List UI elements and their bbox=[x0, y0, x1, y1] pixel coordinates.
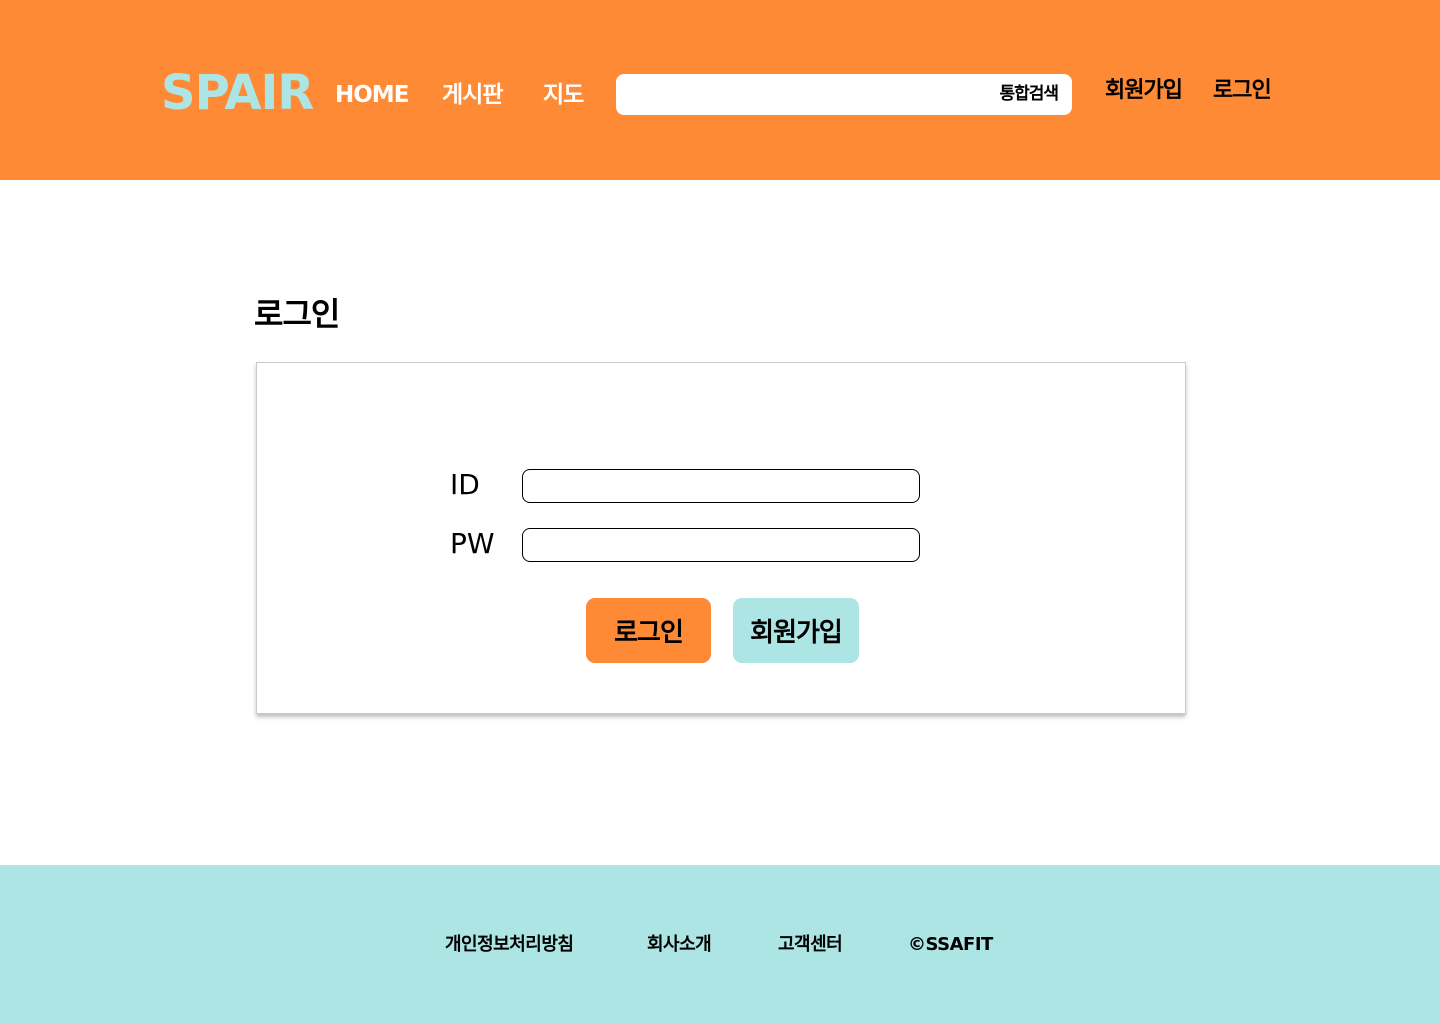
nav-map[interactable]: 지도 bbox=[543, 78, 584, 112]
login-button[interactable]: 로그인 bbox=[586, 598, 711, 663]
id-input[interactable] bbox=[522, 469, 920, 503]
nav-home[interactable]: HOME bbox=[335, 78, 409, 112]
search-button[interactable]: 통합검색 bbox=[999, 83, 1059, 106]
page-title: 로그인 bbox=[254, 295, 340, 333]
pw-label: PW bbox=[450, 527, 495, 560]
site-footer: 개인정보처리방침 회사소개 고객센터 ©SSAFIT bbox=[0, 865, 1440, 1024]
header-signup-link[interactable]: 회원가입 bbox=[1105, 76, 1183, 106]
site-logo[interactable]: SPAIR bbox=[161, 64, 314, 122]
footer-privacy-link[interactable]: 개인정보처리방침 bbox=[445, 932, 574, 958]
site-header: SPAIR HOME 게시판 지도 통합검색 회원가입 로그인 bbox=[0, 0, 1440, 180]
nav-board[interactable]: 게시판 bbox=[442, 78, 503, 112]
footer-support-link[interactable]: 고객센터 bbox=[778, 932, 843, 958]
pw-input[interactable] bbox=[522, 528, 920, 562]
footer-copyright: ©SSAFIT bbox=[908, 934, 993, 955]
header-login-link[interactable]: 로그인 bbox=[1213, 76, 1272, 106]
search-bar: 통합검색 bbox=[616, 74, 1072, 115]
signup-button[interactable]: 회원가입 bbox=[733, 598, 859, 663]
id-label: ID bbox=[450, 468, 480, 501]
login-form: ID PW 로그인 회원가입 bbox=[256, 362, 1186, 714]
search-input[interactable] bbox=[628, 82, 968, 107]
footer-about-link[interactable]: 회사소개 bbox=[647, 932, 712, 958]
